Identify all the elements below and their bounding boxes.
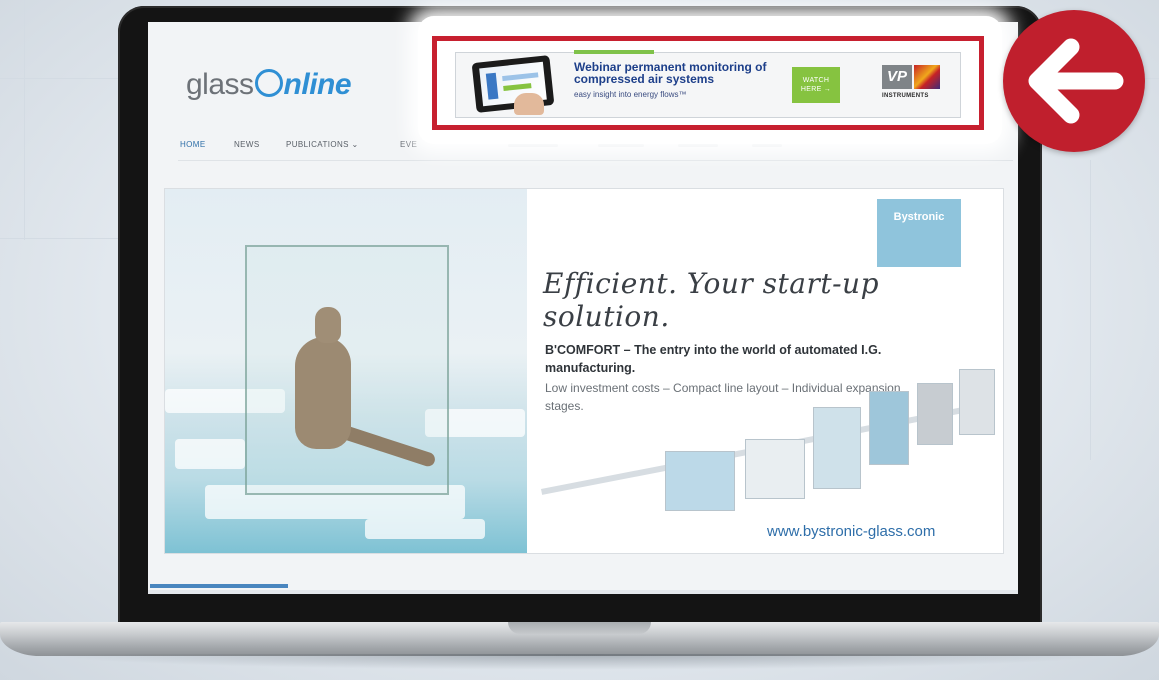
nav-item-faded — [598, 144, 644, 147]
webinar-banner[interactable]: Webinar permanent monitoring of compress… — [455, 50, 961, 118]
ad-body: Low investment costs – Compact line layo… — [545, 381, 901, 413]
nav-item-faded — [752, 144, 782, 147]
tablet-chart-bar — [502, 72, 539, 82]
vp-mark: VP — [882, 65, 912, 89]
vp-color-mark — [914, 65, 940, 89]
ad-url-link[interactable]: www.bystronic-glass.com — [767, 523, 935, 540]
machine-panel — [813, 407, 861, 489]
nav-item-faded — [508, 144, 558, 147]
vp-brand-name: INSTRUMENTS — [882, 93, 929, 99]
kangaroo-body — [295, 337, 351, 449]
tablet-chart-bar — [485, 72, 499, 100]
nav-item-publications[interactable]: PUBLICATIONS ⌄ — [286, 140, 359, 149]
arrow-badge — [1003, 10, 1145, 152]
banner-title: Webinar permanent monitoring of compress… — [574, 60, 767, 86]
nav-item-home[interactable]: HOME — [180, 140, 206, 149]
nav-item-faded — [678, 144, 718, 147]
laptop-notch — [508, 622, 651, 634]
machine-panel — [869, 391, 909, 465]
screen-footer — [148, 590, 1018, 594]
watch-here-button[interactable]: WATCH HERE → — [792, 67, 840, 103]
banner-top-accent — [574, 50, 654, 54]
kangaroo-head — [315, 307, 341, 343]
machine-panel — [959, 369, 995, 435]
machine-panel — [917, 383, 953, 445]
ice-floe — [175, 439, 245, 469]
banner-subtitle: easy insight into energy flows™ — [574, 90, 687, 99]
laptop-shadow — [40, 654, 1119, 670]
machine-panel — [745, 439, 805, 499]
hand-image — [514, 93, 544, 115]
ice-floe — [365, 519, 485, 539]
bystronic-ad[interactable]: Bystronic Efficient. Your start-up solut… — [164, 188, 1004, 554]
ad-headline: B'COMFORT – The entry into the world of … — [545, 343, 882, 375]
screen-tab-indicator — [150, 584, 288, 588]
tablet-chart-bar — [503, 83, 532, 92]
logo-o-ring — [254, 69, 283, 97]
machine-panel — [665, 451, 735, 511]
arrow-left-icon — [1028, 38, 1124, 124]
bg-line — [0, 238, 120, 239]
logo-text-glass: glass — [186, 68, 254, 101]
bg-line — [1090, 160, 1091, 460]
nav-item-events[interactable]: EVE — [400, 140, 417, 149]
ad-slogan: Efficient. Your start-up solution. — [543, 267, 880, 333]
kangaroo-photo — [165, 189, 527, 553]
site-logo[interactable]: glass nline — [186, 68, 352, 102]
nav-item-news[interactable]: NEWS — [234, 140, 260, 149]
logo-text-online: nline — [283, 68, 352, 101]
vp-instruments-logo: VP INSTRUMENTS — [882, 65, 952, 111]
bystronic-logo: Bystronic — [877, 199, 961, 267]
bg-line — [24, 0, 25, 240]
